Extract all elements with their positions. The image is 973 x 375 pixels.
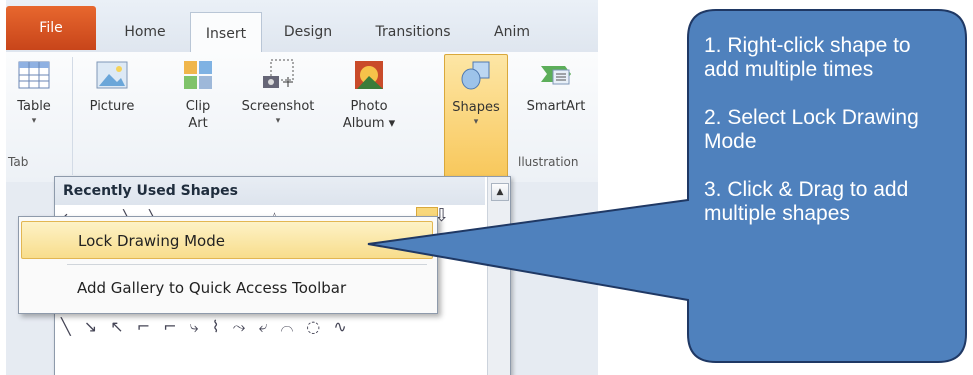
- callout-step-3: 3. Click & Drag to add multiple shapes: [704, 178, 909, 225]
- callout-text: 1. Right-click shape to add multiple tim…: [704, 34, 944, 250]
- callout-step-2: 2. Select Lock Drawing Mode: [704, 106, 919, 153]
- callout-step-1: 1. Right-click shape to add multiple tim…: [704, 34, 911, 81]
